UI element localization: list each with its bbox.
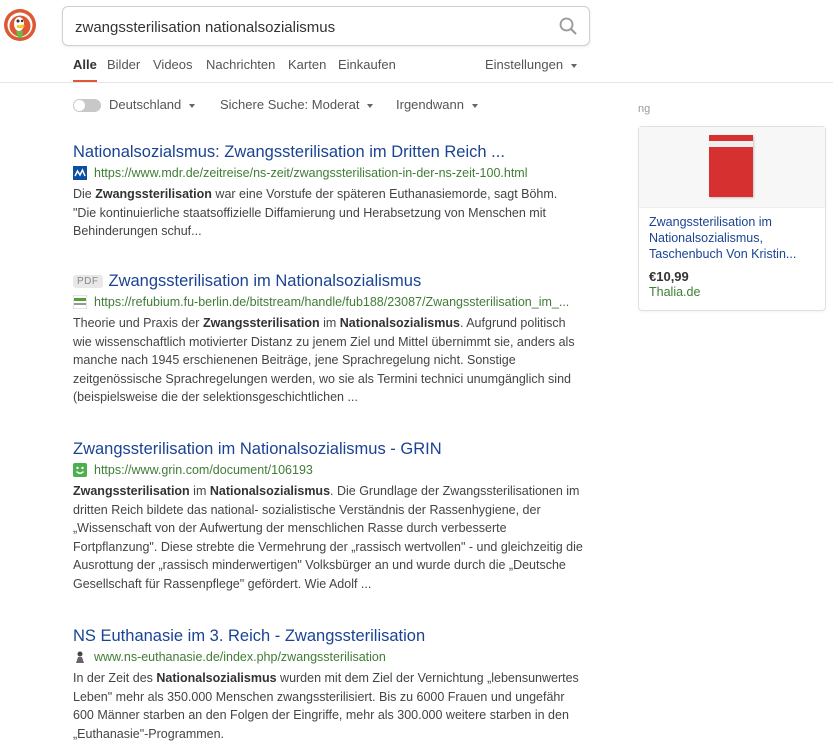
- chevron-down-icon: [471, 103, 478, 108]
- result-url-link[interactable]: https://refubium.fu-berlin.de/bitstream/…: [73, 295, 583, 309]
- search-input[interactable]: [73, 7, 547, 47]
- chevron-down-icon: [189, 103, 196, 108]
- grin-icon: [73, 463, 87, 477]
- product-title[interactable]: Zwangssterilisation im Nationalsozialism…: [649, 214, 817, 262]
- sidebar-heading: ng: [638, 103, 651, 115]
- safe-search-filter[interactable]: Sichere Suche: Moderat: [220, 97, 374, 112]
- search-result: NS Euthanasie im 3. Reich - Zwangssteril…: [73, 627, 583, 743]
- snippet-text: im: [319, 316, 340, 330]
- result-url-link[interactable]: https://www.mdr.de/zeitreise/ns-zeit/zwa…: [73, 166, 583, 180]
- result-title: Nationalsozialsmus: Zwangssterilisation …: [73, 143, 505, 161]
- pdf-badge: PDF: [73, 275, 103, 288]
- settings-dropdown[interactable]: Einstellungen: [485, 57, 578, 72]
- product-card[interactable]: Zwangssterilisation im Nationalsozialism…: [638, 126, 826, 311]
- region-label: Deutschland: [109, 97, 182, 112]
- tab-alle[interactable]: Alle: [73, 57, 97, 82]
- mdr-icon: [73, 166, 87, 180]
- tab-karten[interactable]: Karten: [288, 57, 326, 72]
- snippet-highlight: Zwangssterilisation: [202, 316, 320, 330]
- region-toggle[interactable]: [73, 99, 101, 112]
- result-title: Zwangssterilisation im Nationalsozialism…: [108, 272, 422, 290]
- result-title-link[interactable]: Zwangssterilisation im Nationalsozialism…: [73, 440, 583, 459]
- toggle-knob: [74, 100, 85, 111]
- result-title: Zwangssterilisation im Nationalsozialism…: [73, 440, 442, 458]
- snippet-text: . Die Grundlage der Zwangssterilisatione…: [73, 484, 583, 591]
- snippet-highlight: Nationalsozialismus: [156, 671, 277, 685]
- search-box[interactable]: [62, 6, 590, 47]
- book-cover-icon: [709, 135, 753, 197]
- snippet-highlight: Zwangssterilisation: [95, 187, 212, 201]
- result-url: www.ns-euthanasie.de/index.php/zwangsste…: [94, 650, 386, 664]
- tab-nachrichten[interactable]: Nachrichten: [206, 57, 275, 72]
- snippet-highlight: Nationalsozialismus: [209, 484, 331, 498]
- result-title-link[interactable]: PDF Zwangssterilisation im Nationalsozia…: [73, 272, 583, 291]
- result-url-link[interactable]: https://www.grin.com/document/106193: [73, 463, 583, 477]
- result-url-link[interactable]: www.ns-euthanasie.de/index.php/zwangsste…: [73, 650, 583, 664]
- tab-einkaufen[interactable]: Einkaufen: [338, 57, 396, 72]
- result-snippet: Theorie und Praxis der Zwangssterilisati…: [73, 314, 583, 407]
- settings-label: Einstellungen: [485, 57, 564, 72]
- snippet-text: In der Zeit des: [73, 671, 157, 685]
- snippet-text: im: [189, 484, 210, 498]
- time-label: Irgendwann: [396, 97, 464, 112]
- result-title-link[interactable]: Nationalsozialsmus: Zwangssterilisation …: [73, 143, 583, 162]
- tab-videos[interactable]: Videos: [153, 57, 193, 72]
- search-result: Nationalsozialsmus: Zwangssterilisation …: [73, 143, 583, 241]
- result-snippet: In der Zeit des Nationalsozialismus wurd…: [73, 669, 583, 743]
- chevron-down-icon: [367, 103, 374, 108]
- time-filter[interactable]: Irgendwann: [396, 97, 478, 112]
- ns-euthanasie-icon: [73, 650, 87, 664]
- tab-bilder[interactable]: Bilder: [107, 57, 140, 72]
- duckduckgo-logo-icon[interactable]: [4, 9, 36, 41]
- search-icon[interactable]: [559, 17, 577, 35]
- result-title-link[interactable]: NS Euthanasie im 3. Reich - Zwangssteril…: [73, 627, 583, 646]
- safe-search-label: Sichere Suche: Moderat: [220, 97, 360, 112]
- result-url: https://www.mdr.de/zeitreise/ns-zeit/zwa…: [94, 166, 528, 180]
- result-snippet: Die Zwangssterilisation war eine Vorstuf…: [73, 185, 583, 241]
- search-result: PDF Zwangssterilisation im Nationalsozia…: [73, 272, 583, 407]
- result-snippet: Zwangssterilisation im Nationalsozialism…: [73, 482, 583, 593]
- refubium-icon: [73, 295, 87, 309]
- region-filter[interactable]: Deutschland: [109, 97, 196, 112]
- snippet-text: Theorie und Praxis der: [73, 316, 203, 330]
- search-result: Zwangssterilisation im Nationalsozialism…: [73, 440, 583, 593]
- snippet-highlight: Zwangssterilisation: [73, 484, 190, 498]
- snippet-highlight: Nationalsozialismus: [339, 316, 460, 330]
- product-price: €10,99: [649, 269, 689, 284]
- result-title: NS Euthanasie im 3. Reich - Zwangssteril…: [73, 627, 426, 645]
- snippet-text: Die: [73, 187, 96, 201]
- product-image: [639, 127, 825, 208]
- chevron-down-icon: [571, 63, 578, 68]
- result-url: https://refubium.fu-berlin.de/bitstream/…: [94, 295, 570, 309]
- product-store[interactable]: Thalia.de: [649, 285, 700, 299]
- result-url: https://www.grin.com/document/106193: [94, 463, 313, 477]
- book-cover-stripe: [709, 141, 753, 147]
- header: Alle Bilder Videos Nachrichten Karten Ei…: [0, 0, 833, 83]
